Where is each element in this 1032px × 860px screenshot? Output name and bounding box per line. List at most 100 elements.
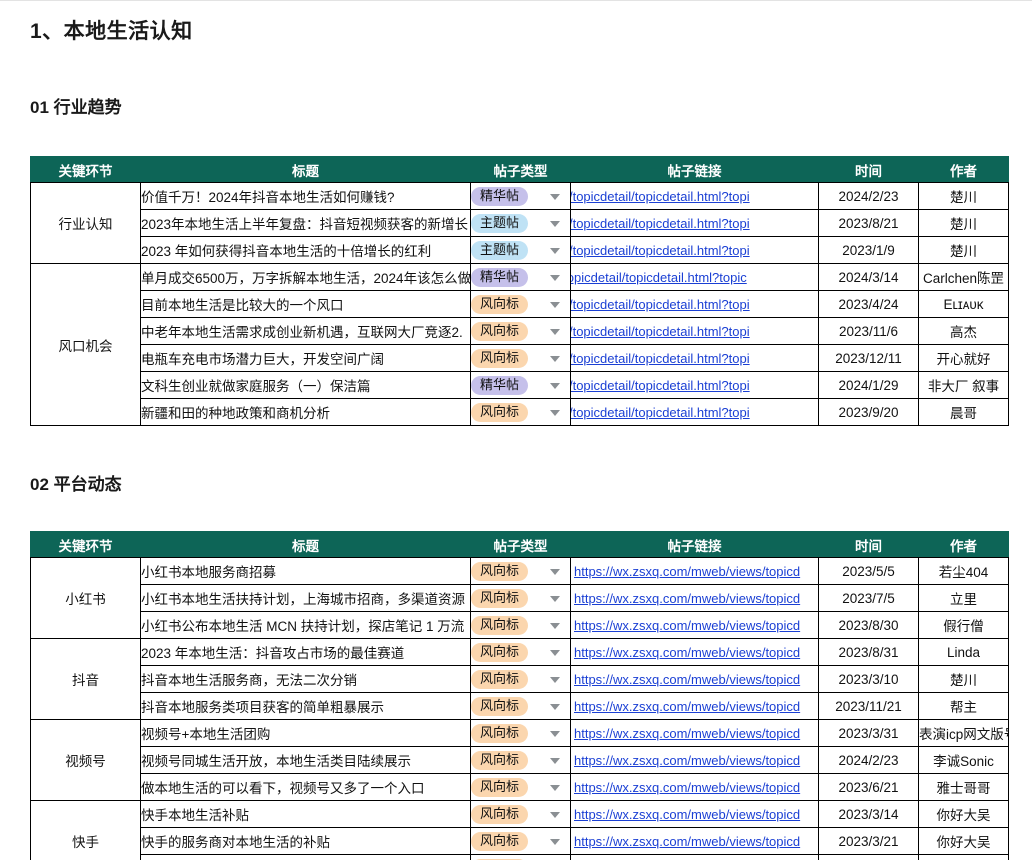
post-link[interactable]: https://wx.zsxq.com/mweb/views/topicd bbox=[574, 775, 818, 800]
post-link-cell[interactable]: eb/views/topicdetail/topicdetail.html?to… bbox=[570, 263, 819, 291]
column-header-author: 作者 bbox=[918, 156, 1009, 183]
post-type-cell[interactable]: 风向标 bbox=[470, 854, 571, 860]
post-link[interactable]: eb/views/topicdetail/topicdetail.html?to… bbox=[572, 265, 818, 290]
chevron-down-icon[interactable] bbox=[550, 785, 560, 791]
post-link-cell[interactable]: web/views/topicdetail/topicdetail.html?t… bbox=[570, 236, 819, 264]
chevron-down-icon[interactable] bbox=[550, 221, 560, 227]
chevron-down-icon[interactable] bbox=[550, 275, 560, 281]
post-type-cell[interactable]: 风向标 bbox=[470, 827, 571, 855]
post-link[interactable]: https://wx.zsxq.com/mweb/views/topicd bbox=[574, 856, 818, 860]
chevron-down-icon[interactable] bbox=[550, 839, 560, 845]
post-link[interactable]: https://wx.zsxq.com/mweb/views/topicd bbox=[574, 640, 818, 665]
stage-cell: 行业认知 bbox=[30, 182, 141, 264]
post-link-cell[interactable]: https://wx.zsxq.com/mweb/views/topicd bbox=[570, 692, 819, 720]
chevron-down-icon[interactable] bbox=[550, 596, 560, 602]
post-type-badge: 主题帖 bbox=[471, 213, 529, 233]
post-type-cell[interactable]: 风向标 bbox=[470, 584, 571, 612]
post-link-cell[interactable]: https://wx.zsxq.com/mweb/views/topicd bbox=[570, 854, 819, 860]
post-link[interactable]: web/views/topicdetail/topicdetail.html?t… bbox=[572, 211, 818, 236]
post-type-cell[interactable]: 风向标 bbox=[470, 800, 571, 828]
post-link-cell[interactable]: web/views/topicdetail/topicdetail.html?t… bbox=[570, 209, 819, 237]
post-type-cell[interactable]: 风向标 bbox=[470, 344, 571, 372]
chevron-down-icon[interactable] bbox=[550, 812, 560, 818]
post-type-cell[interactable]: 风向标 bbox=[470, 773, 571, 801]
post-link-cell[interactable]: web/views/topicdetail/topicdetail.html?t… bbox=[570, 398, 819, 426]
post-link-cell[interactable]: web/views/topicdetail/topicdetail.html?t… bbox=[570, 290, 819, 318]
post-link[interactable]: https://wx.zsxq.com/mweb/views/topicd bbox=[574, 667, 818, 692]
chevron-down-icon[interactable] bbox=[550, 731, 560, 737]
post-link-cell[interactable]: https://wx.zsxq.com/mweb/views/topicd bbox=[570, 773, 819, 801]
chevron-down-icon[interactable] bbox=[550, 248, 560, 254]
post-link[interactable]: web/views/topicdetail/topicdetail.html?t… bbox=[572, 184, 818, 209]
post-link[interactable]: https://wx.zsxq.com/mweb/views/topicd bbox=[574, 748, 818, 773]
post-link-cell[interactable]: https://wx.zsxq.com/mweb/views/topicd bbox=[570, 800, 819, 828]
title-cell: 小红书本地服务商招募 bbox=[140, 557, 471, 585]
post-link-cell[interactable]: web/views/topicdetail/topicdetail.html?t… bbox=[570, 317, 819, 345]
post-type-cell[interactable]: 风向标 bbox=[470, 611, 571, 639]
post-type-cell[interactable]: 风向标 bbox=[470, 398, 571, 426]
time-cell: 2023/11/21 bbox=[818, 692, 919, 720]
post-type-cell[interactable]: 风向标 bbox=[470, 638, 571, 666]
post-link-cell[interactable]: https://wx.zsxq.com/mweb/views/topicd bbox=[570, 827, 819, 855]
chevron-down-icon[interactable] bbox=[550, 704, 560, 710]
post-type-cell[interactable]: 主题帖 bbox=[470, 209, 571, 237]
chevron-down-icon[interactable] bbox=[550, 623, 560, 629]
post-link-cell[interactable]: web/views/topicdetail/topicdetail.html?t… bbox=[570, 371, 819, 399]
title-cell: 文科生创业就做家庭服务（一）保洁篇 bbox=[140, 371, 471, 399]
post-link-cell[interactable]: https://wx.zsxq.com/mweb/views/topicd bbox=[570, 557, 819, 585]
chevron-down-icon[interactable] bbox=[550, 329, 560, 335]
post-type-cell[interactable]: 风向标 bbox=[470, 692, 571, 720]
post-link[interactable]: https://wx.zsxq.com/mweb/views/topicd bbox=[574, 586, 818, 611]
chevron-down-icon[interactable] bbox=[550, 758, 560, 764]
post-link[interactable]: web/views/topicdetail/topicdetail.html?t… bbox=[572, 319, 818, 344]
stage-cell: 小红书 bbox=[30, 557, 141, 639]
post-link-cell[interactable]: https://wx.zsxq.com/mweb/views/topicd bbox=[570, 719, 819, 747]
post-type-badge: 主题帖 bbox=[471, 240, 529, 260]
post-link-cell[interactable]: https://wx.zsxq.com/mweb/views/topicd bbox=[570, 584, 819, 612]
time-cell: 2023/4/28 bbox=[818, 854, 919, 860]
post-type-cell[interactable]: 风向标 bbox=[470, 290, 571, 318]
post-link[interactable]: https://wx.zsxq.com/mweb/views/topicd bbox=[574, 802, 818, 827]
chevron-down-icon[interactable] bbox=[550, 569, 560, 575]
chevron-down-icon[interactable] bbox=[550, 356, 560, 362]
chevron-down-icon[interactable] bbox=[550, 194, 560, 200]
post-link-cell[interactable]: https://wx.zsxq.com/mweb/views/topicd bbox=[570, 665, 819, 693]
post-link-cell[interactable]: web/views/topicdetail/topicdetail.html?t… bbox=[570, 182, 819, 210]
post-link[interactable]: https://wx.zsxq.com/mweb/views/topicd bbox=[574, 829, 818, 854]
table-header-row: 关键环节 标题 帖子类型 帖子链接 时间 作者 bbox=[30, 156, 1009, 183]
chevron-down-icon[interactable] bbox=[550, 650, 560, 656]
chevron-down-icon[interactable] bbox=[550, 677, 560, 683]
post-type-badge: 风向标 bbox=[471, 561, 529, 581]
stage-cell: 快手 bbox=[30, 800, 141, 860]
post-link-cell[interactable]: web/views/topicdetail/topicdetail.html?t… bbox=[570, 344, 819, 372]
post-type-cell[interactable]: 风向标 bbox=[470, 665, 571, 693]
post-type-cell[interactable]: 风向标 bbox=[470, 557, 571, 585]
time-cell: 2023/5/5 bbox=[818, 557, 919, 585]
post-link[interactable]: web/views/topicdetail/topicdetail.html?t… bbox=[572, 373, 818, 398]
post-link[interactable]: https://wx.zsxq.com/mweb/views/topicd bbox=[574, 694, 818, 719]
table-row: 文科生创业就做家庭服务（一）保洁篇精华帖 web/views/topicdetai… bbox=[31, 371, 1009, 399]
post-type-cell[interactable]: 风向标 bbox=[470, 317, 571, 345]
post-link[interactable]: web/views/topicdetail/topicdetail.html?t… bbox=[572, 292, 818, 317]
post-type-cell[interactable]: 精华帖 bbox=[470, 182, 571, 210]
post-type-cell[interactable]: 风向标 bbox=[470, 746, 571, 774]
post-link[interactable]: web/views/topicdetail/topicdetail.html?t… bbox=[572, 238, 818, 263]
table-row: 2023年本地生活上半年复盘：抖音短视频获客的新增长主题帖 web/views/t… bbox=[31, 209, 1009, 237]
post-type-cell[interactable]: 精华帖 bbox=[470, 263, 571, 291]
chevron-down-icon[interactable] bbox=[550, 302, 560, 308]
post-link[interactable]: https://wx.zsxq.com/mweb/views/topicd bbox=[574, 613, 818, 638]
chevron-down-icon[interactable] bbox=[550, 383, 560, 389]
post-link-cell[interactable]: https://wx.zsxq.com/mweb/views/topicd bbox=[570, 638, 819, 666]
post-link[interactable]: web/views/topicdetail/topicdetail.html?t… bbox=[572, 400, 818, 425]
post-link[interactable]: https://wx.zsxq.com/mweb/views/topicd bbox=[574, 559, 818, 584]
chevron-down-icon[interactable] bbox=[550, 410, 560, 416]
post-type-cell[interactable]: 精华帖 bbox=[470, 371, 571, 399]
post-type-cell[interactable]: 主题帖 bbox=[470, 236, 571, 264]
post-link-cell[interactable]: https://wx.zsxq.com/mweb/views/topicd bbox=[570, 611, 819, 639]
subsection-heading-01: 01 行业趋势 bbox=[30, 98, 122, 117]
post-link[interactable]: https://wx.zsxq.com/mweb/views/topicd bbox=[574, 721, 818, 746]
post-type-cell[interactable]: 风向标 bbox=[470, 719, 571, 747]
post-link-cell[interactable]: https://wx.zsxq.com/mweb/views/topicd bbox=[570, 746, 819, 774]
post-link[interactable]: web/views/topicdetail/topicdetail.html?t… bbox=[572, 346, 818, 371]
